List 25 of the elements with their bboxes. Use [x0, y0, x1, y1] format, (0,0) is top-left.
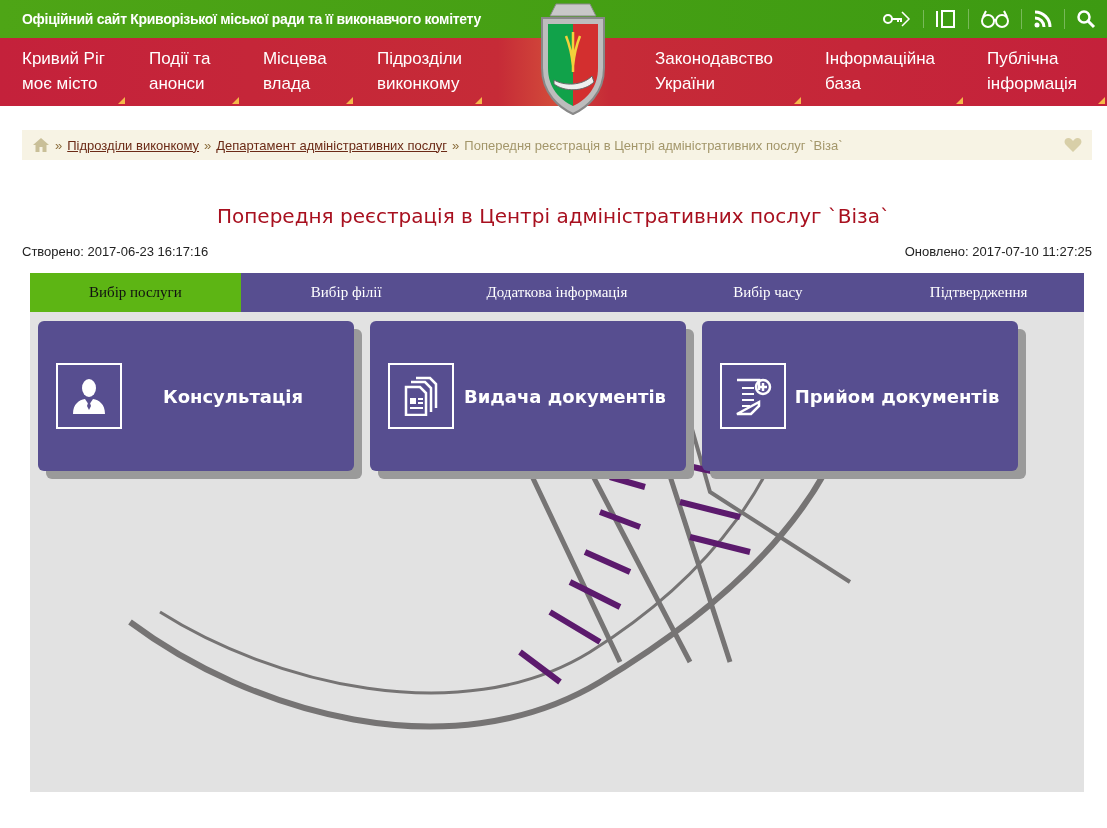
step-tab[interactable]: Вибір часу	[662, 273, 874, 312]
nav-item[interactable]: Місцева влада	[240, 38, 355, 106]
page-title: Попередня реєстрація в Центрі адміністративних послуг `Віза`	[216, 204, 891, 230]
nav-item[interactable]: Підрозділи виконкому	[354, 38, 485, 106]
breadcrumb-separator: »	[452, 137, 460, 153]
document-add-icon	[734, 376, 772, 416]
breadcrumb-link[interactable]: Департамент адміністративних послуг	[216, 137, 448, 153]
nav-item[interactable]: Публічна інформація	[965, 38, 1107, 106]
breadcrumb-current: Попередня реєстрація в Центрі адміністративних послуг `Віза`	[464, 137, 843, 153]
nav-item[interactable]: Події та анонси	[126, 38, 241, 106]
step-tab[interactable]: Підтвердження	[873, 273, 1084, 312]
breadcrumb-separator: »	[204, 137, 212, 153]
nav-item[interactable]: Законодавство України	[632, 38, 804, 106]
updated-date: Оновлено: 2017-07-10 11:27:25	[904, 244, 1092, 259]
created-date: Створено: 2017-06-23 16:17:16	[22, 244, 209, 259]
breadcrumb-separator: »	[55, 137, 63, 153]
person-icon	[72, 378, 106, 414]
nav-item[interactable]: Кривий Ріг моє місто	[0, 38, 127, 106]
breadcrumb-link[interactable]: Підрозділи виконкому	[67, 137, 200, 153]
site-title: Офіційний сайт Криворізької міської ради та її виконавчого комітету	[22, 11, 481, 27]
step-tab[interactable]: Додаткова інформація	[451, 273, 663, 312]
documents-icon	[404, 376, 438, 416]
step-tab[interactable]: Вибір філії	[240, 273, 452, 312]
step-tab[interactable]: Вибір послуги	[30, 273, 241, 312]
nav-item[interactable]: Інформаційна база	[803, 38, 966, 106]
